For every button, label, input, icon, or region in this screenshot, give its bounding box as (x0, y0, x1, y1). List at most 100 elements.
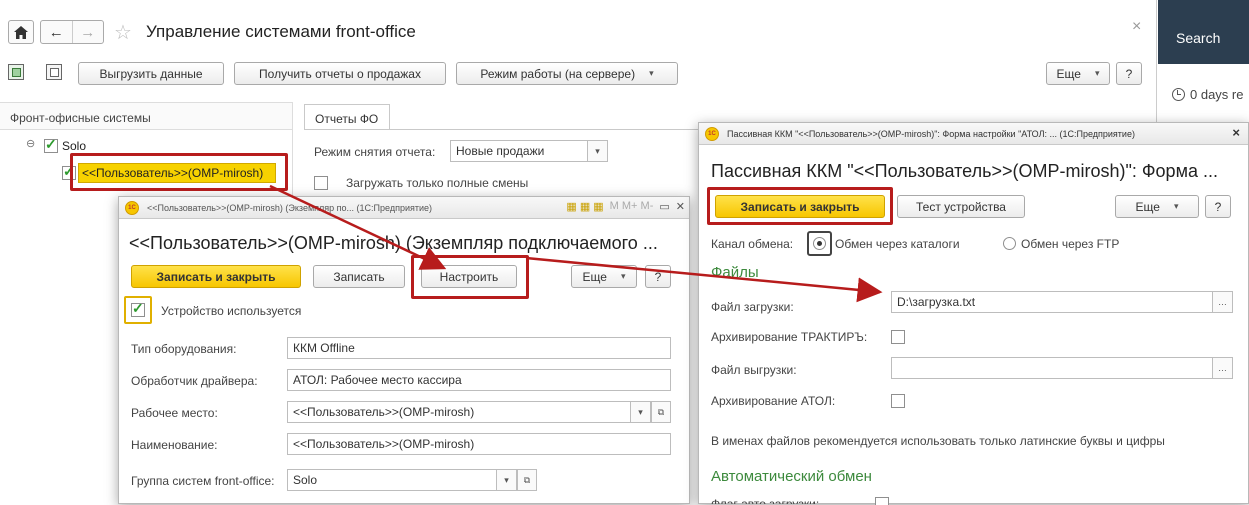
more-button[interactable]: Еще ▾ (571, 265, 637, 288)
device-window: 1С <<Пользователь>>(OMP-mirosh) (Экземпл… (118, 196, 690, 504)
side-panel-header: Search (1158, 0, 1249, 64)
group-dropdown-button[interactable]: ▾ (497, 469, 517, 491)
device-used-label: Устройство используется (161, 304, 302, 318)
more-button[interactable]: Еще ▾ (1115, 195, 1199, 218)
restore-icon[interactable]: ▭ (659, 200, 669, 213)
favorite-star-icon[interactable]: ☆ (114, 20, 132, 45)
workplace-dropdown-button[interactable]: ▾ (631, 401, 651, 423)
annotation-box-tree-item (70, 153, 288, 191)
tree-root-label[interactable]: Solo (62, 139, 86, 153)
device-window-titlebar: 1С <<Пользователь>>(OMP-mirosh) (Экземпл… (119, 197, 689, 219)
tree-expand-icon[interactable]: ⊖ (26, 137, 35, 150)
archive-trakt-label: Архивирование ТРАКТИРЪ: (711, 330, 868, 344)
help-button[interactable]: ? (1116, 62, 1142, 85)
group-field[interactable]: Solo (287, 469, 497, 491)
nav-buttons: ← → (40, 20, 104, 44)
archive-atol-label: Архивирование АТОЛ: (711, 394, 836, 408)
equipment-type-label: Тип оборудования: (131, 342, 237, 356)
settings-window-title: Пассивная ККМ "<<Пользователь>>(OMP-miro… (711, 161, 1218, 181)
chevron-down-icon: ▾ (1173, 201, 1179, 211)
annotation-box-save-close (707, 187, 893, 225)
annotation-box-radio (807, 231, 832, 256)
app-logo-icon: 1С (705, 126, 719, 141)
load-file-browse-button[interactable]: … (1213, 291, 1233, 313)
home-button[interactable] (8, 20, 34, 44)
archive-atol-checkbox[interactable] (891, 394, 905, 408)
page-title: Управление системами front-office (146, 22, 416, 41)
chevron-down-icon: ▾ (1094, 68, 1100, 78)
settings-window-titlebar: 1С Пассивная ККМ "<<Пользователь>>(OMP-m… (699, 123, 1248, 145)
tab-reports-fo[interactable]: Отчеты ФО (304, 104, 390, 130)
export-file-browse-button[interactable]: … (1213, 357, 1233, 379)
channel-ftp-label: Обмен через FTP (1021, 237, 1120, 251)
chevron-down-icon: ▾ (649, 68, 654, 78)
channel-label: Канал обмена: (711, 237, 794, 251)
chevron-down-icon: ▾ (504, 474, 509, 485)
arrow-right-icon: → (80, 23, 96, 41)
archive-trakt-checkbox[interactable] (891, 330, 905, 344)
save-button[interactable]: Записать (313, 265, 405, 288)
home-icon (14, 25, 28, 39)
auto-exchange-section-title: Автоматический обмен (711, 468, 872, 485)
close-icon[interactable]: × (1232, 125, 1240, 140)
name-field[interactable]: <<Пользователь>>(OMP-mirosh) (287, 433, 671, 455)
annotation-box-checkbox (124, 296, 152, 324)
annotation-box-configure (411, 255, 529, 299)
help-button[interactable]: ? (645, 265, 671, 288)
get-sales-reports-button[interactable]: Получить отчеты о продажах (234, 62, 446, 85)
ellipsis-icon: … (1218, 297, 1227, 307)
toolbar-icon-2[interactable] (46, 64, 62, 80)
work-mode-button[interactable]: Режим работы (на сервере) ▾ (456, 62, 678, 85)
minimize-icon[interactable]: M M+ M- (610, 200, 654, 213)
channel-ftp-radio[interactable] (1003, 237, 1016, 250)
equipment-type-field[interactable]: ККМ Offline (287, 337, 671, 359)
report-mode-select[interactable]: Новые продажи (450, 140, 588, 162)
driver-handler-label: Обработчик драйвера: (131, 374, 258, 388)
channel-catalog-label: Обмен через каталоги (835, 237, 960, 251)
test-device-button[interactable]: Тест устройства (897, 195, 1025, 218)
toolbar-icon-1[interactable] (8, 64, 24, 80)
report-mode-label: Режим снятия отчета: (314, 145, 436, 159)
left-panel-header: Фронт-офисные системы (0, 102, 292, 130)
back-button[interactable]: ← (41, 21, 73, 43)
titlebar-controls: ▦ ▦ ▦ M M+ M- ▭ ✕ (566, 200, 685, 213)
arrow-left-icon: ← (48, 23, 64, 41)
auto-load-flag-label: Флаг авто загрузки: (711, 497, 820, 504)
driver-handler-field[interactable]: АТОЛ: Рабочее место кассира (287, 369, 671, 391)
chevron-down-icon: ▾ (620, 271, 626, 281)
files-section-title: Файлы (711, 264, 759, 281)
filename-hint: В именах файлов рекомендуется использова… (711, 434, 1165, 448)
report-mode-dropdown-button[interactable]: ▾ (588, 140, 608, 162)
group-open-button[interactable]: ⧉ (517, 469, 537, 491)
export-file-field[interactable] (891, 357, 1213, 379)
workplace-label: Рабочее место: (131, 406, 218, 420)
chevron-down-icon: ▾ (595, 145, 600, 156)
workplace-field[interactable]: <<Пользователь>>(OMP-mirosh) (287, 401, 631, 423)
group-label: Группа систем front-office: (131, 474, 275, 488)
close-icon[interactable]: ✕ (676, 200, 685, 213)
forward-button[interactable]: → (73, 21, 104, 43)
days-label: 0 days re (1190, 87, 1244, 102)
chevron-down-icon: ▾ (638, 406, 643, 417)
full-shifts-label: Загружать только полные смены (346, 176, 529, 190)
help-button[interactable]: ? (1205, 195, 1231, 218)
more-button[interactable]: Еще ▾ (1046, 62, 1110, 85)
load-file-label: Файл загрузки: (711, 300, 794, 314)
load-file-field[interactable]: D:\загрузка.txt (891, 291, 1213, 313)
tree-root-checkbox[interactable] (44, 136, 58, 153)
save-close-button[interactable]: Записать и закрыть (131, 265, 301, 288)
workplace-open-button[interactable]: ⧉ (651, 401, 671, 423)
full-shifts-checkbox[interactable] (314, 176, 328, 190)
app-logo-icon: 1С (125, 200, 139, 215)
open-icon: ⧉ (657, 406, 665, 417)
name-label: Наименование: (131, 438, 218, 452)
export-file-label: Файл выгрузки: (711, 363, 797, 377)
open-icon: ⧉ (523, 474, 531, 485)
search-button[interactable]: Search (1176, 30, 1220, 46)
close-icon[interactable]: × (1132, 18, 1141, 36)
ellipsis-icon: … (1218, 363, 1227, 373)
export-data-button[interactable]: Выгрузить данные (78, 62, 224, 85)
device-window-title: <<Пользователь>>(OMP-mirosh) (Экземпляр … (129, 233, 658, 253)
clock-icon (1172, 88, 1185, 101)
window-icons[interactable]: ▦ ▦ ▦ (566, 200, 603, 213)
